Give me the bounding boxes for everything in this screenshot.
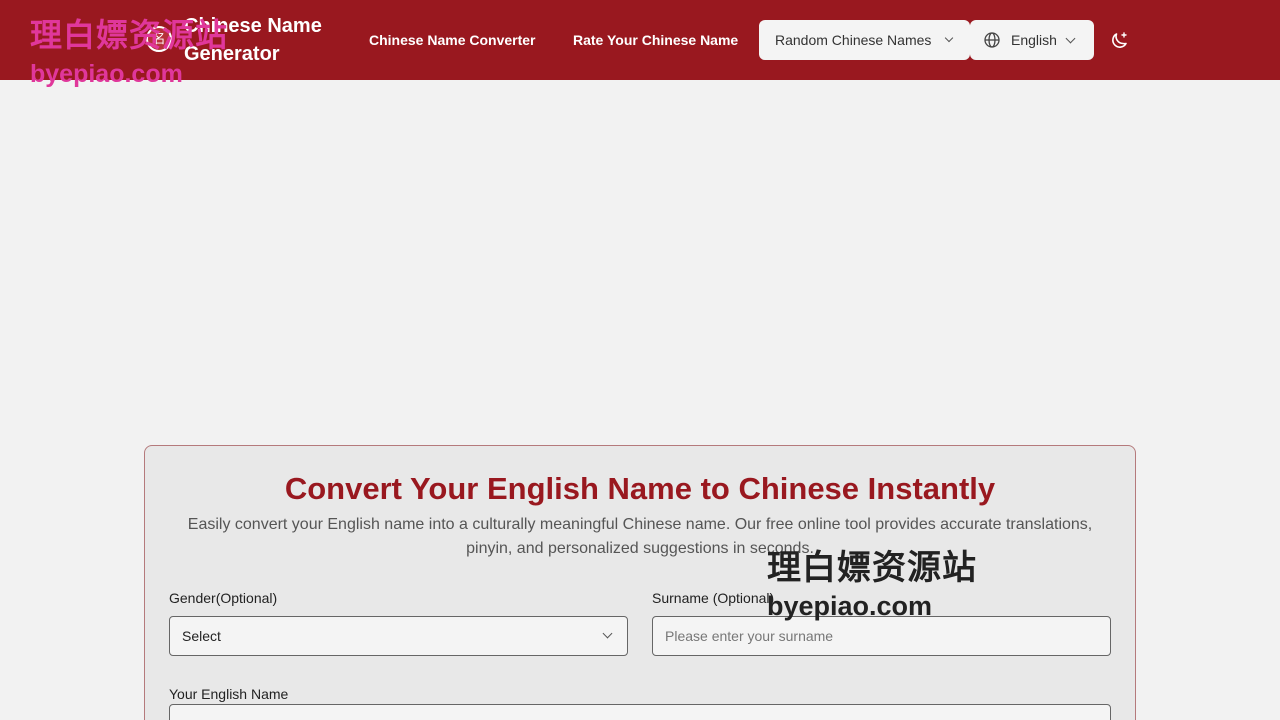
gender-select[interactable]: Select [169, 616, 628, 656]
nav-link-converter[interactable]: Chinese Name Converter [369, 31, 536, 49]
page-title: Convert Your English Name to Chinese Ins… [284, 471, 996, 506]
nav-link-rate[interactable]: Rate Your Chinese Name [573, 31, 738, 49]
language-label: English [1011, 32, 1057, 48]
english-name-input[interactable] [169, 704, 1111, 720]
chevron-down-icon [944, 33, 954, 43]
watermark-cn-center: 理白嫖资源站 [767, 549, 977, 587]
chevron-down-icon [1065, 33, 1076, 44]
language-dropdown[interactable]: English [970, 20, 1094, 60]
moon-icon[interactable] [1108, 30, 1130, 52]
watermark-en-center: byepiao.com [767, 591, 933, 621]
watermark-cn: 理白嫖资源站 [30, 17, 229, 53]
globe-icon [984, 32, 1000, 48]
watermark-en: byepiao.com [30, 60, 183, 88]
surname-input[interactable] [652, 616, 1111, 656]
surname-label: Surname (Optional) [652, 590, 775, 606]
gender-select-value: Select [182, 628, 221, 644]
random-names-dropdown[interactable]: Random Chinese Names [759, 20, 970, 60]
english-name-label: Your English Name [169, 686, 289, 702]
random-names-label: Random Chinese Names [775, 32, 932, 48]
chevron-down-icon [602, 628, 613, 639]
gender-label: Gender(Optional) [169, 590, 278, 606]
converter-card: Convert Your English Name to Chinese Ins… [144, 445, 1136, 720]
